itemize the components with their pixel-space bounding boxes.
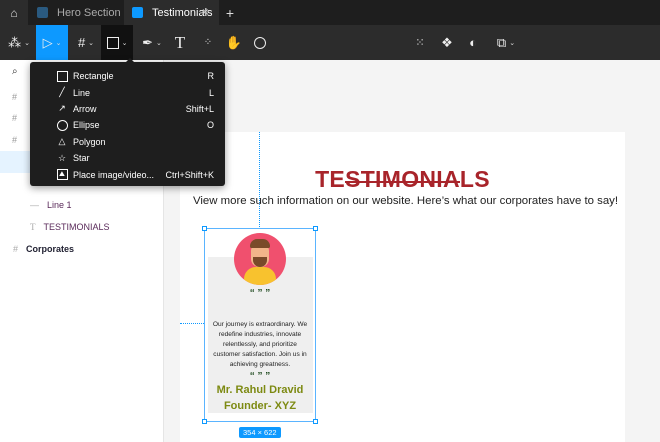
close-tab-icon[interactable]: ✕ bbox=[201, 7, 209, 18]
cursor-icon: ▷ bbox=[42, 34, 53, 50]
tab-hero-section[interactable]: Hero Section bbox=[30, 0, 122, 25]
frame-icon: # bbox=[12, 134, 18, 145]
boolean-icon: ⧉ bbox=[496, 34, 507, 50]
quote-marks: “ ” ” bbox=[249, 371, 271, 382]
text-icon: T bbox=[30, 221, 36, 232]
comment-tool-button[interactable] bbox=[250, 25, 270, 60]
text-tool-button[interactable]: T bbox=[170, 25, 190, 60]
menu-item-line[interactable]: ╱ Line L bbox=[30, 84, 225, 100]
move-tool-button[interactable]: ▷ ⌄ bbox=[36, 25, 68, 60]
rectangle-icon bbox=[106, 36, 119, 49]
layer-testimonials-text[interactable]: T TESTIMONIALS bbox=[0, 216, 163, 237]
layer-corporates[interactable]: # Corporates bbox=[0, 238, 163, 259]
resize-handle[interactable] bbox=[202, 226, 207, 231]
frame-icon: # bbox=[12, 112, 18, 123]
guide-line bbox=[180, 323, 204, 324]
frame-icon: # bbox=[77, 35, 86, 50]
title-underline bbox=[345, 181, 460, 183]
home-icon: ⌂ bbox=[10, 5, 18, 20]
menu-item-rectangle[interactable]: Rectangle R bbox=[30, 68, 225, 84]
tab-testimonials[interactable]: Testimonials ✕ bbox=[124, 0, 219, 25]
resources-icon: ⁘ bbox=[203, 37, 213, 48]
menu-item-ellipse[interactable]: Ellipse O bbox=[30, 117, 225, 133]
menu-item-polygon[interactable]: △ Polygon bbox=[30, 134, 225, 150]
image-icon: ⛰ bbox=[56, 169, 68, 181]
testimonial-text: Our journey is extraordinary. We redefin… bbox=[212, 321, 308, 368]
ellipse-icon bbox=[56, 119, 68, 131]
shape-tool-button[interactable]: ⌄ bbox=[101, 25, 133, 60]
new-tab-button[interactable]: + bbox=[222, 0, 238, 25]
layer-line-1[interactable]: — Line 1 bbox=[0, 194, 163, 215]
grid-icon: ⁙ bbox=[415, 37, 425, 49]
pen-icon: ✒ bbox=[142, 34, 154, 50]
resize-handle[interactable] bbox=[313, 226, 318, 231]
file-icon bbox=[132, 7, 143, 18]
component-button[interactable]: ❖ bbox=[437, 25, 457, 60]
avatar bbox=[234, 233, 286, 285]
figma-logo-icon: ⁂ bbox=[8, 34, 22, 50]
shape-tools-menu: Rectangle R ╱ Line L ↗ Arrow Shift+L Ellipse O… bbox=[30, 58, 225, 186]
star-icon: ☆ bbox=[57, 152, 67, 163]
polygon-icon: △ bbox=[58, 136, 66, 147]
mask-button[interactable]: ◐ bbox=[463, 25, 483, 60]
boolean-button[interactable]: ⧉ ⌄ bbox=[491, 25, 521, 60]
author-name: Mr. Rahul Dravid bbox=[216, 384, 304, 396]
line-icon: — bbox=[30, 199, 39, 210]
menu-pointer bbox=[126, 58, 134, 62]
tab-bar: ⌂ Hero Section Testimonials ✕ + bbox=[0, 0, 660, 25]
contrast-icon: ◐ bbox=[469, 35, 477, 50]
comment-icon bbox=[254, 36, 266, 49]
toolbar: ⁂ ⌄ ▷ ⌄ # ⌄ ⌄ ✒ ⌄ T ⁘ ✋ ⁙ ❖ ◐ ⧉ ⌄ bbox=[0, 25, 660, 60]
main-menu-button[interactable]: ⁂ ⌄ bbox=[4, 25, 34, 60]
resources-button[interactable]: ⁘ bbox=[198, 25, 218, 60]
hand-icon: ✋ bbox=[225, 34, 243, 50]
hand-tool-button[interactable]: ✋ bbox=[224, 25, 244, 60]
author-role: Founder- XYZ bbox=[223, 400, 297, 412]
line-icon: ╱ bbox=[59, 87, 65, 98]
testimonial-card[interactable]: “ ” ” Our journey is extraordinary. We r… bbox=[202, 226, 318, 424]
menu-item-place-image[interactable]: ⛰ Place image/video... Ctrl+Shift+K bbox=[30, 166, 225, 182]
grid-button[interactable]: ⁙ bbox=[410, 25, 430, 60]
menu-item-arrow[interactable]: ↗ Arrow Shift+L bbox=[30, 101, 225, 117]
pen-tool-button[interactable]: ✒ ⌄ bbox=[138, 25, 166, 60]
frame-icon: # bbox=[13, 243, 19, 254]
frame-icon: # bbox=[12, 91, 18, 102]
arrow-icon: ↗ bbox=[58, 103, 66, 114]
corporates-frame[interactable]: TESTIMONIALS View more such information … bbox=[180, 132, 625, 442]
search-icon[interactable]: ⌕ bbox=[12, 66, 18, 77]
component-icon: ❖ bbox=[441, 34, 453, 50]
home-button[interactable]: ⌂ bbox=[0, 0, 28, 25]
quote-marks: “ ” ” bbox=[249, 288, 271, 299]
frame-tool-button[interactable]: # ⌄ bbox=[70, 25, 102, 60]
rectangle-icon bbox=[56, 70, 68, 82]
resize-handle[interactable] bbox=[313, 419, 318, 424]
selection-size-label: 354 × 622 bbox=[239, 427, 281, 438]
resize-handle[interactable] bbox=[202, 419, 207, 424]
menu-item-star[interactable]: ☆ Star bbox=[30, 150, 225, 166]
file-icon bbox=[37, 7, 48, 18]
text-icon: T bbox=[174, 32, 186, 52]
section-subtitle: View more such information on our websit… bbox=[193, 195, 619, 207]
section-title: TESTIMONIALS bbox=[315, 166, 490, 192]
